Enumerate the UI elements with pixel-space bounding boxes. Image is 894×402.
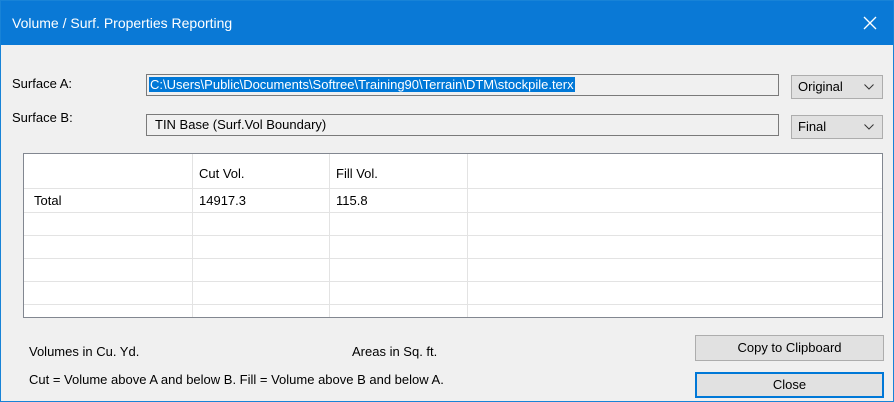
cut-volume-value: 14917.3 bbox=[199, 193, 246, 208]
row-label-total: Total bbox=[34, 193, 62, 208]
column-header-fill: Fill Vol. bbox=[336, 166, 378, 181]
row-divider bbox=[24, 304, 882, 305]
close-icon bbox=[863, 16, 877, 30]
column-divider bbox=[467, 154, 468, 317]
column-header-cut: Cut Vol. bbox=[199, 166, 245, 181]
surface-a-mode-select[interactable]: Original bbox=[791, 75, 883, 99]
surface-a-label: Surface A: bbox=[12, 76, 72, 91]
surface-b-mode-select[interactable]: Final bbox=[791, 115, 883, 139]
surface-a-mode-value: Original bbox=[798, 79, 843, 94]
volume-units-note: Volumes in Cu. Yd. bbox=[29, 344, 140, 359]
surface-b-field[interactable]: TIN Base (Surf.Vol Boundary) bbox=[146, 114, 779, 136]
chevron-down-icon bbox=[864, 124, 874, 130]
area-units-note: Areas in Sq. ft. bbox=[352, 344, 438, 359]
column-divider bbox=[192, 154, 193, 317]
title-bar[interactable]: Volume / Surf. Properties Reporting bbox=[1, 1, 893, 45]
column-divider bbox=[329, 154, 330, 317]
surface-a-path: C:\Users\Public\Documents\Softree\Traini… bbox=[149, 77, 575, 92]
row-divider bbox=[24, 258, 882, 259]
row-divider bbox=[24, 235, 882, 236]
close-button[interactable]: Close bbox=[695, 372, 884, 398]
surface-b-label: Surface B: bbox=[12, 110, 73, 125]
row-divider bbox=[24, 212, 882, 213]
volume-results-table[interactable]: Cut Vol. Fill Vol. Total 14917.3 115.8 bbox=[23, 153, 883, 318]
surface-b-mode-value: Final bbox=[798, 119, 827, 134]
row-divider bbox=[24, 281, 882, 282]
copy-to-clipboard-button[interactable]: Copy to Clipboard bbox=[695, 335, 884, 361]
surface-b-value: TIN Base (Surf.Vol Boundary) bbox=[155, 117, 327, 132]
fill-volume-value: 115.8 bbox=[336, 193, 368, 208]
cut-fill-definition: Cut = Volume above A and below B. Fill =… bbox=[29, 372, 444, 387]
row-divider bbox=[24, 188, 882, 189]
surface-a-field[interactable]: C:\Users\Public\Documents\Softree\Traini… bbox=[146, 74, 779, 96]
window-close-button[interactable] bbox=[847, 1, 893, 45]
dialog-window: Volume / Surf. Properties Reporting Surf… bbox=[0, 0, 894, 402]
chevron-down-icon bbox=[864, 84, 874, 90]
window-title: Volume / Surf. Properties Reporting bbox=[12, 15, 233, 31]
